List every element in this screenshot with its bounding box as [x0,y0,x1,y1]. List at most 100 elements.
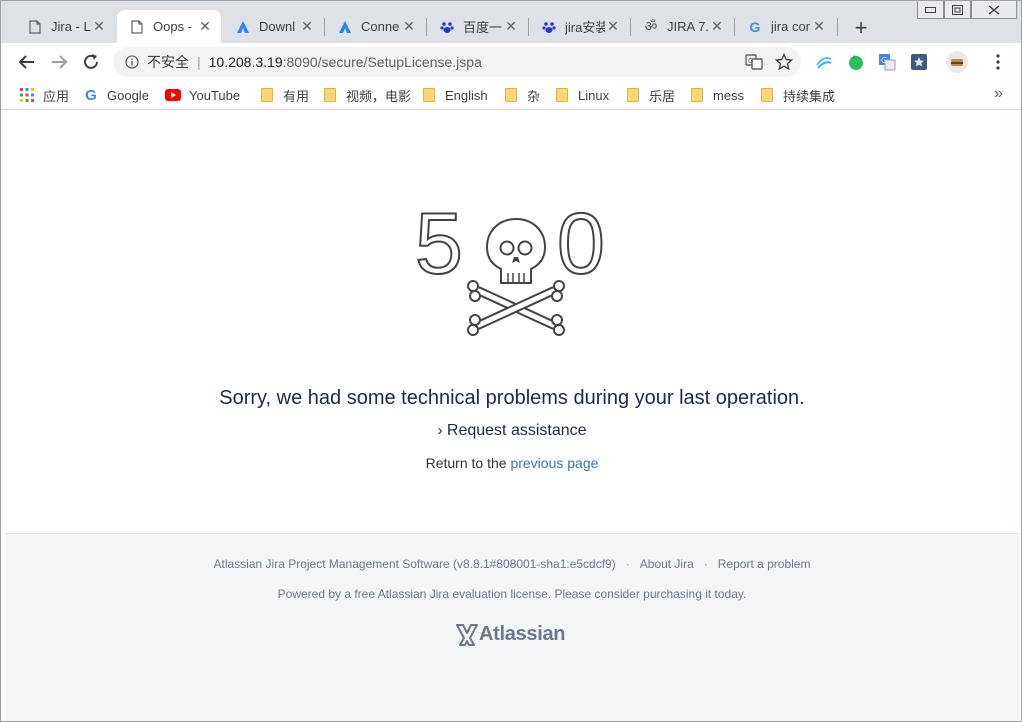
close-icon[interactable]: ✕ [811,18,827,35]
tab-separator [837,18,838,36]
about-jira-link[interactable]: About Jira [640,557,694,571]
back-button[interactable] [14,49,40,75]
bookmark-label: Linux [578,87,610,103]
address-divider: | [197,54,201,70]
close-icon[interactable]: ✕ [197,18,213,35]
atlassian-logo-icon [456,624,478,646]
bookmark-folder-ci[interactable]: 持续集成 [759,86,835,104]
error-message: Sorry, we had some technical problems du… [219,387,805,409]
bookmark-extension-icon[interactable] [910,53,928,71]
tab-title: Conne [361,19,400,34]
tab-separator [734,18,735,36]
reload-icon [84,54,98,69]
info-icon[interactable] [117,55,147,69]
atlassian-icon [337,19,353,35]
bookmark-label: Google [107,87,149,103]
atlassian-logo[interactable]: Atlassian [455,622,566,646]
tab-separator [324,18,325,36]
tab-download[interactable]: Downl ✕ [223,10,323,43]
tab-jira7[interactable]: ॐ JIRA 7. ✕ [631,10,733,43]
wind-extension-icon[interactable] [815,53,833,71]
bookmark-folder-mess[interactable]: mess [689,86,744,104]
evernote-icon[interactable] [847,53,865,71]
tab-baidu[interactable]: 百度一 ✕ [427,10,527,43]
svg-text:G: G [881,56,887,65]
bookmark-folder-english[interactable]: English [421,86,488,104]
close-window-button[interactable] [971,1,1017,19]
footer-links-line: Atlassian Jira Project Management Softwa… [5,557,1019,571]
return-prefix: Return to the [425,455,511,471]
bookmark-label: 有用 [283,88,310,104]
bookmark-folder-leju[interactable]: 乐居 [625,86,675,104]
separator-dot: · [625,557,630,571]
folder-icon [689,87,705,103]
tab-title: JIRA 7. [667,19,709,34]
baidu-icon [541,19,557,35]
previous-page-link[interactable]: previous page [510,455,598,471]
report-problem-link[interactable]: Report a problem [718,557,811,571]
tab-title: Jira - Li [51,19,91,34]
bookmark-apps[interactable]: 应用 [19,86,69,104]
window-controls [917,1,1017,19]
close-icon[interactable]: ✕ [299,18,315,35]
bookmark-folder-linux[interactable]: Linux [554,86,609,104]
folder-icon [322,87,338,103]
browser-window: Jira - Li ✕ Oops - ✕ Downl ✕ Conne ✕ 百度一… [0,0,1022,722]
folder-icon [759,87,775,103]
more-bookmarks-icon[interactable]: » [994,85,1003,103]
tab-connect[interactable]: Conne ✕ [325,10,425,43]
request-assistance-link[interactable]: › Request assistance [5,422,1019,440]
tab-jira-cor[interactable]: G jira cor ✕ [735,10,835,43]
restore-button[interactable] [944,1,971,19]
bookmarks-bar: 应用 G Google YouTube 有用 视频，电影 English 杂 L… [1,80,1021,110]
page-icon [129,19,145,35]
tab-separator [528,18,529,36]
om-icon: ॐ [644,18,658,34]
tab-title: Downl [259,19,296,34]
browser-toolbar: 不安全 | 10.208.3.19:8090/secure/SetupLicen… [1,43,1021,80]
profile-avatar[interactable] [946,51,968,73]
bookmark-folder-misc[interactable]: 杂 [503,86,540,104]
svg-text:G: G [748,57,753,65]
close-icon[interactable]: ✕ [91,18,107,35]
address-bar[interactable]: 不安全 | 10.208.3.19:8090/secure/SetupLicen… [113,47,801,77]
tab-jira-install[interactable]: jira安装 ✕ [529,10,629,43]
bookmark-folder-video[interactable]: 视频，电影 [322,86,411,104]
error-page-content: 5 0 Sorry, we had some technical problem… [5,111,1019,533]
new-tab-button[interactable]: + [849,15,873,40]
atlassian-icon [235,19,251,35]
tab-title: 百度一 [463,20,503,35]
baidu-icon [439,19,455,35]
bookmark-youtube[interactable]: YouTube [165,86,240,104]
insecure-label: 不安全 [147,54,189,70]
url-host: 10.208.3.19 [208,54,283,70]
google-translate-icon[interactable]: G [878,53,896,71]
bookmark-label: English [445,87,488,103]
menu-icon[interactable] [989,53,1007,71]
bookmark-label: 视频，电影 [346,88,412,104]
tab-separator [426,18,427,36]
tab-jira-license[interactable]: Jira - Li ✕ [15,10,115,43]
forward-button[interactable] [46,49,72,75]
minimize-button[interactable] [917,1,944,19]
close-icon[interactable]: ✕ [605,18,621,35]
tab-strip: Jira - Li ✕ Oops - ✕ Downl ✕ Conne ✕ 百度一… [1,1,1021,43]
star-icon[interactable] [774,52,794,74]
error-500-illustration: 5 0 [414,201,606,336]
reload-button[interactable] [78,49,104,75]
apps-grid-icon [19,87,35,103]
close-icon[interactable]: ✕ [503,18,519,35]
page-footer: Atlassian Jira Project Management Softwa… [5,533,1019,721]
back-arrow-icon [18,55,34,69]
bookmark-folder-useful[interactable]: 有用 [259,86,309,104]
close-icon[interactable]: ✕ [401,18,417,35]
bookmark-label: YouTube [189,87,241,103]
omnibox-actions: G [745,52,794,74]
close-icon[interactable]: ✕ [709,18,725,35]
tab-title: jira cor [771,19,811,34]
bookmark-label: 杂 [527,88,541,104]
translate-icon[interactable]: G [745,53,763,74]
tab-oops[interactable]: Oops - ✕ [117,10,221,43]
bookmark-label: mess [713,87,745,103]
bookmark-google[interactable]: G Google [83,86,149,104]
